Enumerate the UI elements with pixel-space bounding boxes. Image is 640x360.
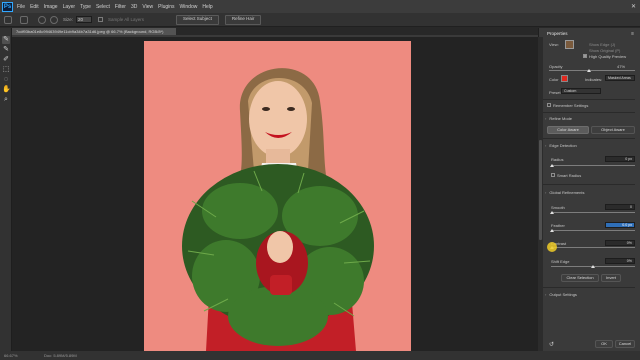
global-refinements-section[interactable]: Global Refinements <box>545 190 584 195</box>
portrait-photo <box>144 41 411 351</box>
preset-label: Preset <box>549 90 561 95</box>
close-window-icon[interactable]: ✕ <box>631 3 636 10</box>
indicates-dropdown[interactable]: Masked Areas <box>605 75 635 81</box>
zoom-tool-icon[interactable]: ⌕ <box>2 96 10 104</box>
remember-settings-checkbox[interactable] <box>547 103 551 107</box>
menu-image[interactable]: Image <box>44 4 58 10</box>
status-bar: 66.67% Doc: 5.89M/5.89M <box>0 351 640 360</box>
menu-help[interactable]: Help <box>202 4 212 10</box>
menu-plugins[interactable]: Plugins <box>158 4 174 10</box>
zoom-level[interactable]: 66.67% <box>4 351 18 360</box>
opacity-slider-thumb[interactable] <box>587 69 591 72</box>
document-info: Doc: 5.89M/5.89M <box>44 353 77 358</box>
remember-settings-label: Remember Settings <box>553 103 589 108</box>
menu-window[interactable]: Window <box>180 4 198 10</box>
menu-view[interactable]: View <box>142 4 153 10</box>
sample-all-checkbox[interactable] <box>98 17 104 22</box>
view-mode-thumbnail[interactable] <box>565 40 574 49</box>
object-aware-button[interactable]: Object Aware <box>591 126 635 134</box>
divider <box>543 287 635 288</box>
smooth-slider-track[interactable] <box>551 212 635 213</box>
tool-preset-icon[interactable] <box>20 15 28 24</box>
opacity-value[interactable]: 47% <box>617 64 625 69</box>
home-icon[interactable] <box>4 15 12 24</box>
contrast-value[interactable]: 0% <box>605 240 635 246</box>
hq-preview-checkbox[interactable] <box>583 54 587 58</box>
smart-radius-checkbox[interactable] <box>551 173 555 177</box>
menu-layer[interactable]: Layer <box>63 4 76 10</box>
shift-edge-label: Shift Edge <box>551 259 570 264</box>
cursor-highlight <box>547 242 557 252</box>
size-input[interactable]: 20 <box>76 16 93 23</box>
hand-tool-icon[interactable]: ✋ <box>2 86 11 94</box>
refine-mode-section[interactable]: Refine Mode <box>545 116 572 121</box>
reset-icon[interactable]: ↺ <box>549 341 554 348</box>
tools-panel: ✎ ✎ ✐ ⬚ ◌ ✋ ⌕ <box>0 28 12 351</box>
feather-value[interactable]: 0.0 px <box>605 222 635 228</box>
opacity-slider-track[interactable] <box>549 70 635 71</box>
document-tab-strip <box>12 35 538 37</box>
color-aware-button[interactable]: Color Aware <box>547 126 589 134</box>
menu-type[interactable]: Type <box>80 4 91 10</box>
cancel-button[interactable]: Cancel <box>615 340 635 348</box>
size-label: Size: <box>63 17 74 22</box>
sample-all-label: Sample All Layers <box>108 17 145 22</box>
invert-button[interactable]: Invert <box>601 274 621 282</box>
photoshop-logo: Ps <box>2 1 13 12</box>
shift-edge-slider-thumb[interactable] <box>591 265 595 268</box>
object-selection-tool-icon[interactable]: ⬚ <box>2 66 10 74</box>
feather-slider-thumb[interactable] <box>550 229 554 232</box>
color-label: Color <box>549 77 559 82</box>
output-settings-section[interactable]: Output Settings <box>545 292 577 297</box>
show-edge-option[interactable]: Show Edge (J) <box>589 42 615 47</box>
menu-bar: Ps File Edit Image Layer Type Select Fil… <box>0 0 640 13</box>
brush-tool-icon[interactable]: ✐ <box>2 56 10 64</box>
menu-edit[interactable]: Edit <box>30 4 39 10</box>
add-brush-icon[interactable] <box>38 15 46 24</box>
select-subject-button[interactable]: Select Subject <box>176 14 219 25</box>
radius-slider-track[interactable] <box>551 165 635 166</box>
smooth-slider-thumb[interactable] <box>550 211 554 214</box>
smart-radius-label: Smart Radius <box>557 173 582 178</box>
subtract-brush-icon[interactable] <box>50 15 58 24</box>
panel-menu-icon[interactable]: ≡ <box>631 31 634 37</box>
indicates-label: Indicates: <box>585 77 603 82</box>
menu-3d[interactable]: 3D <box>131 4 137 10</box>
menu-select[interactable]: Select <box>96 4 110 10</box>
refine-hair-button[interactable]: Refine Hair <box>224 14 262 25</box>
divider <box>543 138 635 139</box>
contrast-slider-track[interactable] <box>551 247 635 248</box>
properties-panel: Properties ≡ View: Show Edge (J) Show Or… <box>538 28 640 351</box>
feather-label: Feather <box>551 223 565 228</box>
document-tab[interactable]: 7cdf93ba01e8c99463949e11cb9a34b7a31d6.jp… <box>12 28 176 35</box>
menu-filter[interactable]: Filter <box>115 4 126 10</box>
options-bar: Size: 20 Sample All Layers Select Subjec… <box>0 13 640 27</box>
radius-value[interactable]: 0 px <box>605 156 635 162</box>
opacity-label: Opacity <box>549 64 563 69</box>
canvas-image[interactable] <box>144 41 411 351</box>
feather-slider-track[interactable] <box>551 230 635 231</box>
smooth-value[interactable]: 0 <box>605 204 635 210</box>
overlay-color-swatch[interactable] <box>561 75 568 82</box>
panel-scrollbar-thumb[interactable] <box>539 140 542 240</box>
lasso-tool-icon[interactable]: ◌ <box>2 76 10 84</box>
preset-dropdown[interactable]: Custom <box>561 88 601 94</box>
hq-preview-label: High Quality Preview <box>589 54 627 59</box>
clear-selection-button[interactable]: Clear Selection <box>561 274 599 282</box>
radius-label: Radius <box>551 157 564 162</box>
divider <box>543 112 635 113</box>
edge-detection-section[interactable]: Edge Detection <box>545 143 576 148</box>
view-label: View: <box>549 42 559 47</box>
quick-selection-tool-icon[interactable]: ✎ <box>2 36 10 44</box>
divider <box>543 99 635 100</box>
show-original-option[interactable]: Show Original (P) <box>589 48 620 53</box>
refine-edge-brush-icon[interactable]: ✎ <box>2 46 10 54</box>
radius-slider-thumb[interactable] <box>550 164 554 167</box>
panel-title: Properties <box>547 31 568 36</box>
divider <box>543 184 635 185</box>
ok-button[interactable]: OK <box>595 340 613 348</box>
shift-edge-value[interactable]: 0% <box>605 258 635 264</box>
menu-file[interactable]: File <box>17 4 25 10</box>
smooth-label: Smooth <box>551 205 565 210</box>
